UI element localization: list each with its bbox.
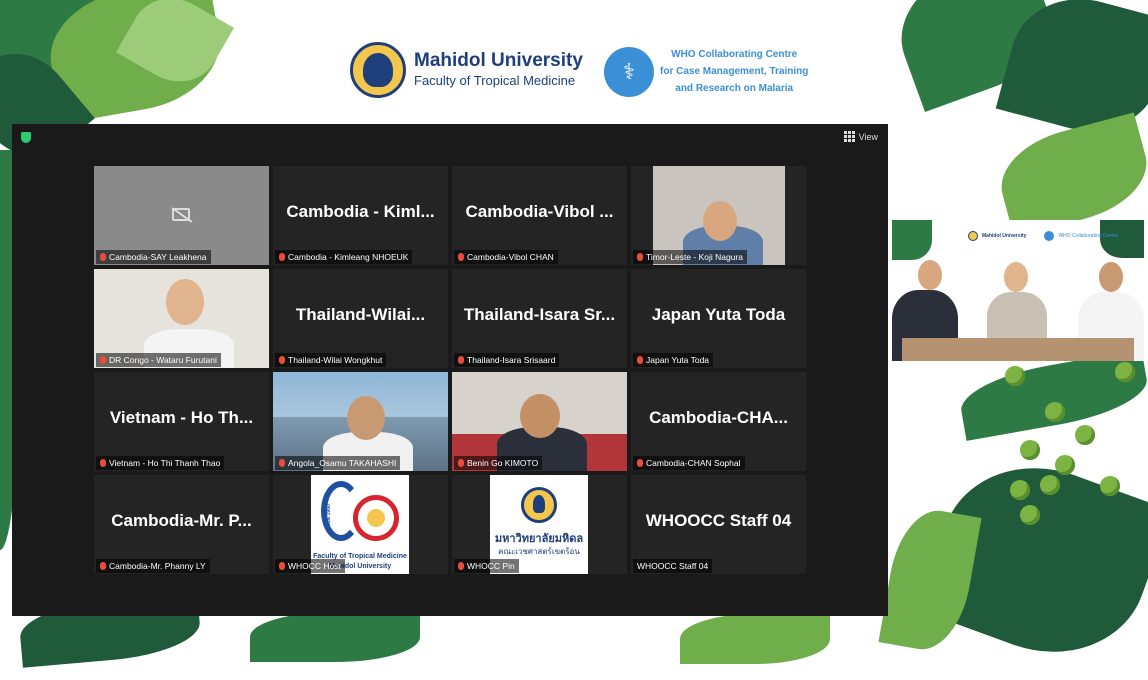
berry-decoration — [1055, 455, 1075, 475]
faculty-subtitle: Faculty of Tropical Medicine — [414, 73, 576, 88]
mic-muted-icon — [458, 459, 464, 467]
participant-tile[interactable]: Cambodia-SAY Leakhena — [94, 166, 269, 265]
berry-decoration — [1040, 475, 1060, 495]
mic-muted-icon — [279, 253, 285, 261]
participant-tile[interactable]: Thailand-Isara Sr... Thailand-Isara Sris… — [452, 269, 627, 368]
mic-muted-icon — [279, 459, 285, 467]
leaf-decoration — [680, 614, 830, 664]
mic-muted-icon — [100, 253, 106, 261]
who-emblem-icon: ⚕ — [604, 46, 654, 97]
participant-label: Cambodia-Vibol CHAN — [454, 250, 558, 264]
speaker-1-head — [918, 260, 942, 290]
participant-tile[interactable]: มหาวิทยาลัยมหิดล คณะเวชศาสตร์เขตร้อน WHO… — [452, 475, 627, 574]
berry-decoration — [1005, 366, 1025, 386]
panel-mini-header: Mahidol University WHO Collaborating Cen… — [968, 231, 1118, 241]
participant-label: Thailand-Wilai Wongkhut — [275, 353, 387, 367]
participant-name: Japan Yuta Toda — [651, 305, 786, 324]
leaf-decoration — [878, 504, 982, 656]
participant-tile[interactable]: Timor-Leste - Koji Nagura — [631, 166, 806, 265]
panel-mini-title: Mahidol University — [982, 233, 1027, 239]
speaker-video-panel: Mahidol University WHO Collaborating Cen… — [892, 220, 1144, 361]
panel-mini-who: WHO Collaborating Centre — [1058, 233, 1118, 239]
mic-muted-icon — [458, 356, 464, 364]
who-line: WHO Collaborating Centre — [671, 49, 798, 60]
participant-tile[interactable]: Cambodia-Mr. P... Cambodia-Mr. Phanny LY — [94, 475, 269, 574]
participant-name: Thailand-Isara Sr... — [463, 305, 616, 324]
participant-tile[interactable]: Cambodia-Vibol ... Cambodia-Vibol CHAN — [452, 166, 627, 265]
participant-label: Cambodia - Kimleang NHOEUK — [275, 250, 413, 264]
speaker-3-head — [1099, 262, 1123, 292]
participant-name: WHOOCC Staff 04 — [645, 511, 792, 530]
participant-tile[interactable]: DR Congo - Wataru Furutani — [94, 269, 269, 368]
participant-name: Cambodia-Vibol ... — [465, 202, 614, 221]
meeting-window: View Cambodia-SAY Leakhena Cambodia - Ki… — [12, 124, 888, 616]
grid-view-icon — [843, 131, 855, 142]
participant-label: WHOCC Host — [275, 559, 345, 573]
berry-decoration — [1020, 505, 1040, 525]
berry-decoration — [1045, 402, 1065, 422]
participant-name: Cambodia - Kiml... — [286, 202, 435, 221]
mic-muted-icon — [458, 253, 464, 261]
participant-label: DR Congo - Wataru Furutani — [96, 353, 221, 367]
mahidol-seal-icon — [968, 231, 978, 241]
mahidol-seal-icon — [350, 42, 406, 98]
mic-muted-icon — [279, 356, 285, 364]
mic-muted-icon — [279, 562, 285, 570]
participant-label: Japan Yuta Toda — [633, 353, 714, 367]
logo-thai-text: คณะเวชศาสตร์เขตร้อน — [498, 547, 580, 556]
participant-label: WHOCC Pin — [454, 559, 519, 573]
participant-name: Thailand-Wilai... — [295, 305, 426, 324]
participant-label: Cambodia-SAY Leakhena — [96, 250, 211, 264]
desk — [902, 338, 1134, 361]
participant-tile[interactable]: Japan Yuta Toda Japan Yuta Toda — [631, 269, 806, 368]
encryption-shield-icon[interactable] — [21, 132, 31, 143]
who-logo: ⚕ WHO Collaborating Centre for Case Mana… — [604, 46, 808, 97]
leaf-decoration — [990, 112, 1148, 238]
camera-off-icon — [172, 208, 190, 221]
mic-muted-icon — [637, 253, 643, 261]
mic-muted-icon — [100, 562, 106, 570]
berry-decoration — [1115, 362, 1135, 382]
participant-label: Vietnam - Ho Thi Thanh Thao — [96, 456, 225, 470]
berry-decoration — [1075, 425, 1095, 445]
participant-label: Benin Go KIMOTO — [454, 456, 543, 470]
participant-name: Cambodia-CHA... — [649, 408, 788, 427]
participant-label: Timor-Leste - Koji Nagura — [633, 250, 747, 264]
participant-tile[interactable]: Angola_Osamu TAKAHASHI — [273, 372, 448, 471]
participant-label: Cambodia-CHAN Sophal — [633, 456, 745, 470]
participant-name: Cambodia-Mr. P... — [111, 511, 252, 530]
participant-tile[interactable]: Benin Go KIMOTO — [452, 372, 627, 471]
mic-muted-icon — [458, 562, 464, 570]
mic-muted-icon — [637, 459, 643, 467]
participant-tile[interactable]: Thailand-Wilai... Thailand-Wilai Wongkhu… — [273, 269, 448, 368]
mic-muted-icon — [100, 356, 106, 364]
who-line: for Case Management, Training — [660, 66, 809, 77]
berry-decoration — [1020, 440, 1040, 460]
participant-name: Vietnam - Ho Th... — [109, 408, 254, 427]
who-line: and Research on Malaria — [675, 83, 794, 94]
participant-label: Thailand-Isara Srisaard — [454, 353, 560, 367]
participant-label: Cambodia-Mr. Phanny LY — [96, 559, 210, 573]
logo-since-text: SINCE 1960 — [325, 504, 332, 532]
mic-muted-icon — [100, 459, 106, 467]
participant-tile[interactable]: SINCE 1960 Faculty of Tropical Medicine … — [273, 475, 448, 574]
who-emblem-icon — [1044, 231, 1055, 241]
participant-tile[interactable]: Cambodia - Kiml... Cambodia - Kimleang N… — [273, 166, 448, 265]
participant-label: WHOOCC Staff 04 — [633, 559, 713, 573]
leaf-decoration — [250, 612, 420, 662]
participant-tile[interactable]: WHOOCC Staff 04 WHOOCC Staff 04 — [631, 475, 806, 574]
participant-tile[interactable]: Cambodia-CHA... Cambodia-CHAN Sophal — [631, 372, 806, 471]
berry-decoration — [1100, 476, 1120, 496]
speaker-2-head — [1004, 262, 1028, 292]
mic-muted-icon — [637, 356, 643, 364]
participant-tile[interactable]: Vietnam - Ho Th... Vietnam - Ho Thi Than… — [94, 372, 269, 471]
view-button[interactable]: View — [843, 131, 878, 142]
participant-label: Angola_Osamu TAKAHASHI — [275, 456, 401, 470]
university-title: Mahidol University — [414, 50, 583, 71]
panel-leaf — [892, 220, 932, 260]
mahidol-logo: Mahidol University Faculty of Tropical M… — [350, 42, 583, 98]
berry-decoration — [1010, 480, 1030, 500]
view-label: View — [858, 131, 878, 142]
